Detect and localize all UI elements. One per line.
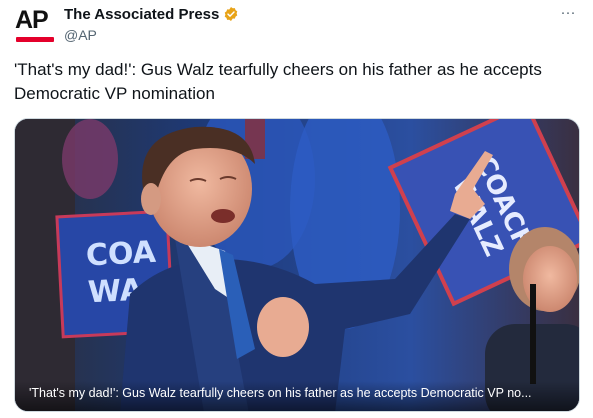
ap-logo-bar [16, 37, 54, 42]
svg-text:COA: COA [85, 235, 157, 274]
tweet-header: AP The Associated Press @AP ··· [14, 4, 579, 50]
media-caption: 'That's my dad!': Gus Walz tearfully che… [29, 386, 532, 400]
more-options-button[interactable]: ··· [557, 4, 579, 22]
media-caption-overlay: 'That's my dad!': Gus Walz tearfully che… [15, 381, 579, 411]
account-name[interactable]: The Associated Press [64, 6, 239, 24]
avatar[interactable]: AP [14, 6, 54, 46]
news-photo: COA WA COACH WALZ [15, 119, 579, 411]
tweet-media-card[interactable]: COA WA COACH WALZ 'That's my dad!': Gus … [14, 118, 580, 412]
account-name-text: The Associated Press [64, 6, 220, 23]
verified-badge-icon [225, 7, 238, 21]
account-handle[interactable]: @AP [64, 27, 97, 44]
ap-logo: AP [15, 6, 49, 34]
tweet-text: 'That's my dad!': Gus Walz tearfully che… [14, 60, 542, 103]
